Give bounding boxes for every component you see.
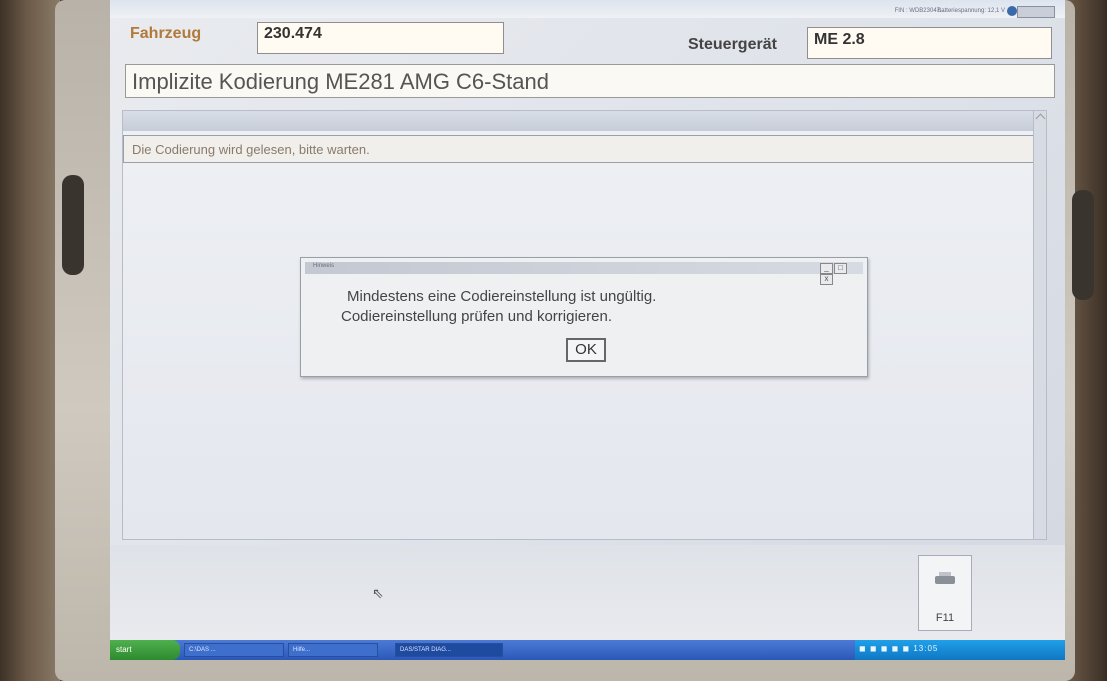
battery-info: Batteriespannung: 12,1 V	[937, 8, 1005, 14]
mouse-cursor-icon: ⇖	[372, 585, 384, 601]
bezel-hinge-left	[62, 175, 84, 275]
steuergeraet-label: Steuergerät	[688, 36, 777, 53]
ok-button[interactable]: OK	[566, 338, 606, 362]
page-title: Implizite Kodierung ME281 AMG C6-Stand	[125, 64, 1055, 98]
system-tray: ◼ ◼ ◼ ◼ ◼ 13:05	[855, 640, 1065, 660]
printer-icon	[935, 572, 955, 584]
dialog-titlebar[interactable]: Hinweis _ □x	[305, 262, 863, 285]
bezel-hinge-right	[1072, 190, 1094, 300]
taskbar-item-hilfe[interactable]: Hilfe...	[288, 643, 378, 657]
dialog-message-line1: Mindestens eine Codiereinstellung ist un…	[347, 288, 657, 305]
dialog-message-line2: Codiereinstellung prüfen und korrigieren…	[341, 308, 612, 325]
windows-taskbar: start C:\DAS ... Hilfe... DAS/STAR DIAG.…	[110, 640, 1065, 660]
error-dialog: Hinweis _ □x Mindestens eine Codiereinste…	[300, 257, 868, 377]
taskbar-item-das[interactable]: C:\DAS ...	[184, 643, 284, 657]
taskbar-item-das-star-diag[interactable]: DAS/STAR DIAG...	[395, 643, 503, 657]
dialog-title: Hinweis	[313, 263, 335, 269]
vertical-scrollbar[interactable]	[1033, 111, 1046, 539]
scroll-up-icon[interactable]	[1035, 113, 1046, 124]
status-message: Die Codierung wird gelesen, bitte warten…	[123, 135, 1045, 163]
window-title-strip: FIN : WDB23047... Batteriespannung: 12,1…	[110, 0, 1065, 18]
minimize-icon[interactable]: _	[820, 263, 833, 274]
desk-left	[0, 0, 60, 681]
status-globe-icon	[1007, 6, 1017, 16]
fahrzeug-label: Fahrzeug	[130, 25, 202, 42]
maximize-icon[interactable]: □	[834, 263, 847, 274]
close-icon[interactable]: x	[820, 274, 833, 285]
dialog-window-controls: _ □x	[819, 263, 859, 285]
content-topbar	[123, 111, 1046, 131]
window-controls[interactable]	[1017, 6, 1055, 18]
f11-label: F11	[935, 612, 955, 624]
tray-icons: ◼ ◼ ◼ ◼ ◼ 13:05	[859, 644, 939, 653]
start-button[interactable]: start	[110, 640, 180, 660]
steuergeraet-field: ME 2.8	[807, 27, 1052, 59]
app-screen: FIN : WDB23047... Batteriespannung: 12,1…	[110, 0, 1065, 660]
fahrzeug-field: 230.474	[257, 22, 504, 54]
footer-bar: ⇖ F11	[110, 545, 1065, 640]
f11-print-button[interactable]: F11	[918, 555, 972, 631]
